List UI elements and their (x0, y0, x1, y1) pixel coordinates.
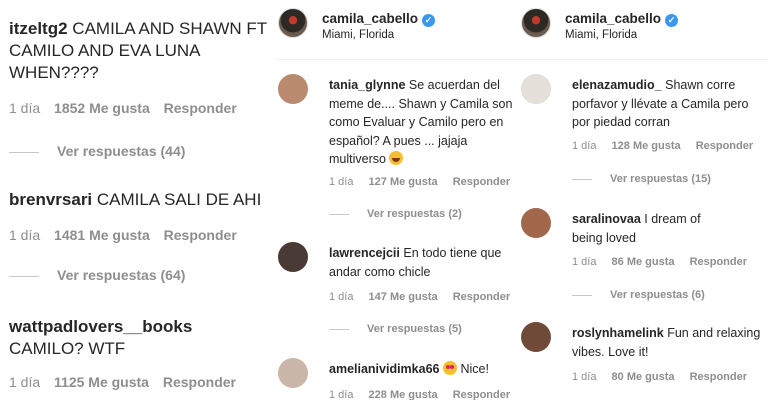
view-replies-button[interactable]: Ver respuestas (64) (9, 267, 185, 283)
reply-button[interactable]: Responder (164, 227, 237, 243)
post-header: camila_cabello ✓ Miami, Florida (278, 8, 518, 46)
comments-panel-right: camila_cabello ✓ Miami, Florida elenazamu… (520, 0, 768, 400)
reply-button[interactable]: Responder (696, 140, 753, 152)
view-replies-button[interactable]: Ver respuestas (2) (329, 208, 462, 220)
comment-text: CAMILA SALI DE AHI (96, 190, 262, 209)
avatar[interactable] (521, 208, 551, 238)
comment-likes[interactable]: 80 Me gusta (612, 371, 675, 383)
header-username[interactable]: camila_cabello (565, 11, 661, 26)
comments-panel-left: itzeltg2 CAMILA AND SHAWN FT CAMILO AND … (0, 0, 276, 400)
comment-time: 1 día (572, 140, 597, 152)
comment: itzeltg2 CAMILA AND SHAWN FT CAMILO AND … (9, 18, 271, 159)
comment-username[interactable]: amelianividimka66 (329, 362, 439, 376)
comment-meta: 1 día 80 Me gusta Responder (572, 371, 759, 383)
header-location[interactable]: Miami, Florida (565, 29, 637, 41)
verified-icon: ✓ (665, 14, 679, 27)
comment-likes[interactable]: 128 Me gusta (612, 140, 681, 152)
comment-time: 1 día (329, 176, 354, 188)
comment-likes[interactable]: 1852 Me gusta (54, 100, 150, 116)
comment-username[interactable]: elenazamudio_ (572, 78, 662, 92)
comments-panel-middle: camila_cabello ✓ Miami, Florida tania_gly… (276, 0, 520, 400)
comment-text: CAMILO? WTF (9, 339, 126, 358)
avatar[interactable] (521, 8, 551, 38)
replies-line (9, 151, 39, 153)
reply-button[interactable]: Responder (453, 176, 510, 188)
reply-button[interactable]: Responder (163, 374, 236, 390)
comment-username[interactable]: tania_glynne (329, 78, 405, 92)
comment-username[interactable]: wattpadlovers__books (9, 317, 192, 336)
header-username[interactable]: camila_cabello (322, 11, 418, 26)
comment-meta: 1 día 127 Me gusta Responder (329, 176, 520, 188)
laughing-emoji-icon (389, 151, 404, 165)
comment-username[interactable]: lawrencejcii (329, 246, 400, 260)
comment-meta: 1 día 86 Me gusta Responder (572, 256, 759, 268)
comment-time: 1 día (329, 389, 354, 400)
comment-username[interactable]: roslynhamelink (572, 326, 664, 340)
comment-text: Nice! (460, 362, 489, 376)
comment-username[interactable]: itzeltg2 (9, 19, 68, 38)
comment: wattpadlovers__books CAMILO? WTF 1 día 1… (9, 316, 271, 390)
comment-time: 1 día (572, 371, 597, 383)
verified-icon: ✓ (422, 14, 436, 27)
reply-button[interactable]: Responder (453, 389, 510, 400)
comment-meta: 1 día 128 Me gusta Responder (572, 140, 765, 152)
comment-likes[interactable]: 228 Me gusta (369, 389, 438, 400)
reply-button[interactable]: Responder (690, 371, 747, 383)
heart-eyes-emoji-icon (442, 361, 457, 375)
comment-meta: 1 día 147 Me gusta Responder (329, 291, 520, 303)
avatar[interactable] (278, 8, 308, 38)
replies-line (329, 213, 349, 215)
comment-username[interactable]: saralinovaa (572, 212, 641, 226)
view-replies-button[interactable]: Ver respuestas (6) (572, 289, 705, 301)
avatar[interactable] (521, 322, 551, 352)
avatar[interactable] (521, 74, 551, 104)
replies-line (572, 178, 592, 180)
replies-line (9, 275, 39, 277)
comment-likes[interactable]: 1481 Me gusta (54, 227, 150, 243)
comment-likes[interactable]: 147 Me gusta (369, 291, 438, 303)
comment-meta: 1 día 1125 Me gusta Responder (9, 374, 246, 390)
comment-time: 1 día (9, 374, 41, 390)
reply-button[interactable]: Responder (164, 100, 237, 116)
reply-button[interactable]: Responder (453, 291, 510, 303)
comment-time: 1 día (572, 256, 597, 268)
view-replies-button[interactable]: Ver respuestas (15) (572, 173, 711, 185)
comment-likes[interactable]: 1125 Me gusta (54, 374, 149, 390)
comment-time: 1 día (329, 291, 354, 303)
post-header: camila_cabello ✓ Miami, Florida (521, 8, 766, 46)
replies-line (329, 328, 349, 330)
avatar[interactable] (278, 74, 308, 104)
comment-likes[interactable]: 86 Me gusta (612, 256, 675, 268)
header-divider (520, 59, 768, 60)
replies-line (572, 294, 592, 296)
avatar[interactable] (278, 358, 308, 388)
comment-meta: 1 día 1481 Me gusta Responder (9, 227, 247, 243)
header-location[interactable]: Miami, Florida (322, 29, 394, 41)
comment-username[interactable]: brenvrsari (9, 190, 92, 209)
comment-time: 1 día (9, 100, 41, 116)
reply-button[interactable]: Responder (690, 256, 747, 268)
avatar[interactable] (278, 242, 308, 272)
view-replies-button[interactable]: Ver respuestas (5) (329, 323, 462, 335)
comment-time: 1 día (9, 227, 41, 243)
header-divider (276, 59, 520, 60)
comment-meta: 1 día 1852 Me gusta Responder (9, 100, 247, 116)
view-replies-button[interactable]: Ver respuestas (44) (9, 143, 185, 159)
comment-meta: 1 día 228 Me gusta Responder (329, 389, 520, 400)
comment-likes[interactable]: 127 Me gusta (369, 176, 438, 188)
comment: brenvrsari CAMILA SALI DE AHI 1 día 1481… (9, 189, 271, 283)
